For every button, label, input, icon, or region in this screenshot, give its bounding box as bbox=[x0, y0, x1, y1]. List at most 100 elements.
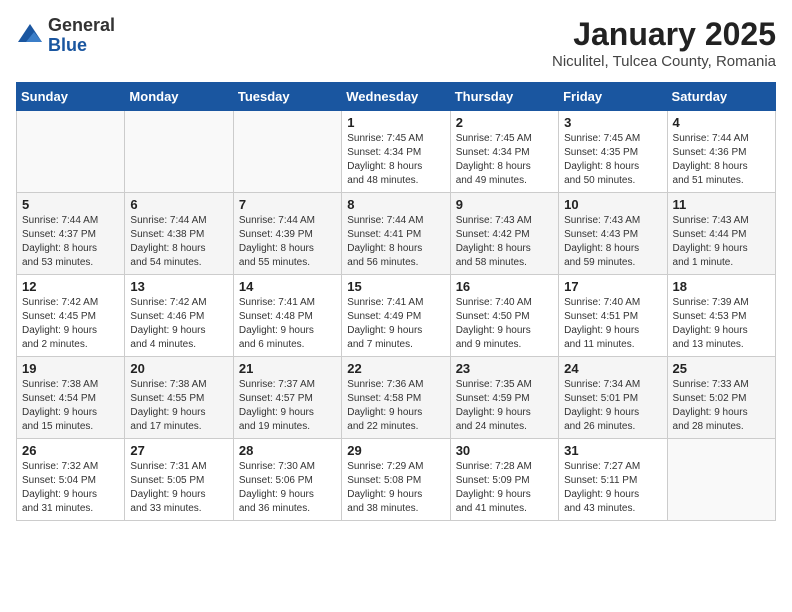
day-info: Sunrise: 7:41 AM Sunset: 4:49 PM Dayligh… bbox=[347, 296, 444, 352]
day-number: 21 bbox=[239, 361, 336, 376]
calendar-cell: 12Sunrise: 7:42 AM Sunset: 4:45 PM Dayli… bbox=[17, 275, 125, 357]
day-number: 23 bbox=[456, 361, 553, 376]
day-info: Sunrise: 7:45 AM Sunset: 4:34 PM Dayligh… bbox=[456, 132, 553, 188]
calendar-title: January 2025 bbox=[552, 16, 776, 53]
day-number: 16 bbox=[456, 279, 553, 294]
logo: General Blue bbox=[16, 16, 115, 56]
day-info: Sunrise: 7:43 AM Sunset: 4:44 PM Dayligh… bbox=[673, 214, 770, 270]
calendar-cell: 31 Sunrise: 7:27 AM Sunset: 5:11 PM Dayli… bbox=[559, 439, 667, 521]
day-number: 2 bbox=[456, 115, 553, 130]
weekday-header: Tuesday bbox=[233, 83, 341, 111]
calendar-subtitle: Niculitel, Tulcea County, Romania bbox=[552, 53, 776, 70]
day-info: Sunrise: 7:32 AM Sunset: 5:04 PM Dayligh… bbox=[22, 460, 119, 516]
calendar-cell: 11Sunrise: 7:43 AM Sunset: 4:44 PM Dayli… bbox=[667, 193, 775, 275]
day-number: 17 bbox=[564, 279, 661, 294]
day-info: Sunrise: 7:35 AM Sunset: 4:59 PM Dayligh… bbox=[456, 378, 553, 434]
day-info: Sunrise: 7:28 AM Sunset: 5:09 PM Dayligh… bbox=[456, 460, 553, 516]
calendar-cell: 8 Sunrise: 7:44 AM Sunset: 4:41 PM Daylig… bbox=[342, 193, 450, 275]
calendar-cell: 14 Sunrise: 7:41 AM Sunset: 4:48 PM Dayli… bbox=[233, 275, 341, 357]
calendar-week-row: 26 Sunrise: 7:32 AM Sunset: 5:04 PM Dayli… bbox=[17, 439, 776, 521]
day-info: Sunrise: 7:44 AM Sunset: 4:39 PM Dayligh… bbox=[239, 214, 336, 270]
day-info: Sunrise: 7:44 AM Sunset: 4:41 PM Dayligh… bbox=[347, 214, 444, 270]
day-info: Sunrise: 7:37 AM Sunset: 4:57 PM Dayligh… bbox=[239, 378, 336, 434]
weekday-header: Sunday bbox=[17, 83, 125, 111]
day-number: 29 bbox=[347, 443, 444, 458]
day-info: Sunrise: 7:43 AM Sunset: 4:42 PM Dayligh… bbox=[456, 214, 553, 270]
day-number: 18 bbox=[673, 279, 770, 294]
weekday-header: Thursday bbox=[450, 83, 558, 111]
day-number: 26 bbox=[22, 443, 119, 458]
day-info: Sunrise: 7:43 AM Sunset: 4:43 PM Dayligh… bbox=[564, 214, 661, 270]
calendar-cell bbox=[233, 111, 341, 193]
day-number: 24 bbox=[564, 361, 661, 376]
day-info: Sunrise: 7:45 AM Sunset: 4:35 PM Dayligh… bbox=[564, 132, 661, 188]
weekday-header: Saturday bbox=[667, 83, 775, 111]
day-info: Sunrise: 7:44 AM Sunset: 4:37 PM Dayligh… bbox=[22, 214, 119, 270]
day-number: 5 bbox=[22, 197, 119, 212]
calendar-cell: 25 Sunrise: 7:33 AM Sunset: 5:02 PM Dayli… bbox=[667, 357, 775, 439]
day-info: Sunrise: 7:41 AM Sunset: 4:48 PM Dayligh… bbox=[239, 296, 336, 352]
day-number: 31 bbox=[564, 443, 661, 458]
day-number: 25 bbox=[673, 361, 770, 376]
weekday-header: Wednesday bbox=[342, 83, 450, 111]
calendar-cell: 19 Sunrise: 7:38 AM Sunset: 4:54 PM Dayli… bbox=[17, 357, 125, 439]
calendar-cell: 22 Sunrise: 7:36 AM Sunset: 4:58 PM Dayli… bbox=[342, 357, 450, 439]
calendar-cell: 30 Sunrise: 7:28 AM Sunset: 5:09 PM Dayli… bbox=[450, 439, 558, 521]
day-info: Sunrise: 7:30 AM Sunset: 5:06 PM Dayligh… bbox=[239, 460, 336, 516]
day-number: 19 bbox=[22, 361, 119, 376]
day-info: Sunrise: 7:40 AM Sunset: 4:50 PM Dayligh… bbox=[456, 296, 553, 352]
day-info: Sunrise: 7:33 AM Sunset: 5:02 PM Dayligh… bbox=[673, 378, 770, 434]
weekday-header: Monday bbox=[125, 83, 233, 111]
calendar-cell bbox=[125, 111, 233, 193]
calendar-cell: 20 Sunrise: 7:38 AM Sunset: 4:55 PM Dayli… bbox=[125, 357, 233, 439]
calendar-cell: 27 Sunrise: 7:31 AM Sunset: 5:05 PM Dayli… bbox=[125, 439, 233, 521]
day-info: Sunrise: 7:40 AM Sunset: 4:51 PM Dayligh… bbox=[564, 296, 661, 352]
day-info: Sunrise: 7:27 AM Sunset: 5:11 PM Dayligh… bbox=[564, 460, 661, 516]
day-number: 20 bbox=[130, 361, 227, 376]
day-number: 22 bbox=[347, 361, 444, 376]
logo-blue: Blue bbox=[48, 36, 115, 56]
calendar-cell: 6 Sunrise: 7:44 AM Sunset: 4:38 PM Daylig… bbox=[125, 193, 233, 275]
day-info: Sunrise: 7:29 AM Sunset: 5:08 PM Dayligh… bbox=[347, 460, 444, 516]
day-info: Sunrise: 7:42 AM Sunset: 4:45 PM Dayligh… bbox=[22, 296, 119, 352]
day-number: 3 bbox=[564, 115, 661, 130]
calendar-cell: 24Sunrise: 7:34 AM Sunset: 5:01 PM Dayli… bbox=[559, 357, 667, 439]
logo-general: General bbox=[48, 16, 115, 36]
calendar-week-row: 12Sunrise: 7:42 AM Sunset: 4:45 PM Dayli… bbox=[17, 275, 776, 357]
day-info: Sunrise: 7:38 AM Sunset: 4:55 PM Dayligh… bbox=[130, 378, 227, 434]
day-number: 10 bbox=[564, 197, 661, 212]
day-number: 9 bbox=[456, 197, 553, 212]
calendar-cell: 9 Sunrise: 7:43 AM Sunset: 4:42 PM Daylig… bbox=[450, 193, 558, 275]
calendar-cell: 16 Sunrise: 7:40 AM Sunset: 4:50 PM Dayli… bbox=[450, 275, 558, 357]
calendar-cell: 10 Sunrise: 7:43 AM Sunset: 4:43 PM Dayli… bbox=[559, 193, 667, 275]
day-number: 7 bbox=[239, 197, 336, 212]
calendar-table: SundayMondayTuesdayWednesdayThursdayFrid… bbox=[16, 82, 776, 521]
day-info: Sunrise: 7:44 AM Sunset: 4:38 PM Dayligh… bbox=[130, 214, 227, 270]
calendar-cell: 28 Sunrise: 7:30 AM Sunset: 5:06 PM Dayli… bbox=[233, 439, 341, 521]
logo-icon bbox=[16, 22, 44, 50]
day-number: 6 bbox=[130, 197, 227, 212]
calendar-cell: 13Sunrise: 7:42 AM Sunset: 4:46 PM Dayli… bbox=[125, 275, 233, 357]
day-info: Sunrise: 7:45 AM Sunset: 4:34 PM Dayligh… bbox=[347, 132, 444, 188]
calendar-cell bbox=[17, 111, 125, 193]
day-number: 14 bbox=[239, 279, 336, 294]
calendar-week-row: 19 Sunrise: 7:38 AM Sunset: 4:54 PM Dayli… bbox=[17, 357, 776, 439]
calendar-cell: 15 Sunrise: 7:41 AM Sunset: 4:49 PM Dayli… bbox=[342, 275, 450, 357]
calendar-cell: 2 Sunrise: 7:45 AM Sunset: 4:34 PM Daylig… bbox=[450, 111, 558, 193]
day-number: 28 bbox=[239, 443, 336, 458]
day-info: Sunrise: 7:36 AM Sunset: 4:58 PM Dayligh… bbox=[347, 378, 444, 434]
calendar-week-row: 1Sunrise: 7:45 AM Sunset: 4:34 PM Daylig… bbox=[17, 111, 776, 193]
calendar-cell: 4Sunrise: 7:44 AM Sunset: 4:36 PM Daylig… bbox=[667, 111, 775, 193]
calendar-cell: 23 Sunrise: 7:35 AM Sunset: 4:59 PM Dayli… bbox=[450, 357, 558, 439]
day-number: 27 bbox=[130, 443, 227, 458]
day-number: 13 bbox=[130, 279, 227, 294]
calendar-header-row: SundayMondayTuesdayWednesdayThursdayFrid… bbox=[17, 83, 776, 111]
day-number: 15 bbox=[347, 279, 444, 294]
day-number: 8 bbox=[347, 197, 444, 212]
day-info: Sunrise: 7:38 AM Sunset: 4:54 PM Dayligh… bbox=[22, 378, 119, 434]
calendar-cell: 17 Sunrise: 7:40 AM Sunset: 4:51 PM Dayli… bbox=[559, 275, 667, 357]
day-info: Sunrise: 7:31 AM Sunset: 5:05 PM Dayligh… bbox=[130, 460, 227, 516]
day-number: 4 bbox=[673, 115, 770, 130]
page-header: General Blue January 2025 Niculitel, Tul… bbox=[16, 16, 776, 70]
day-number: 30 bbox=[456, 443, 553, 458]
